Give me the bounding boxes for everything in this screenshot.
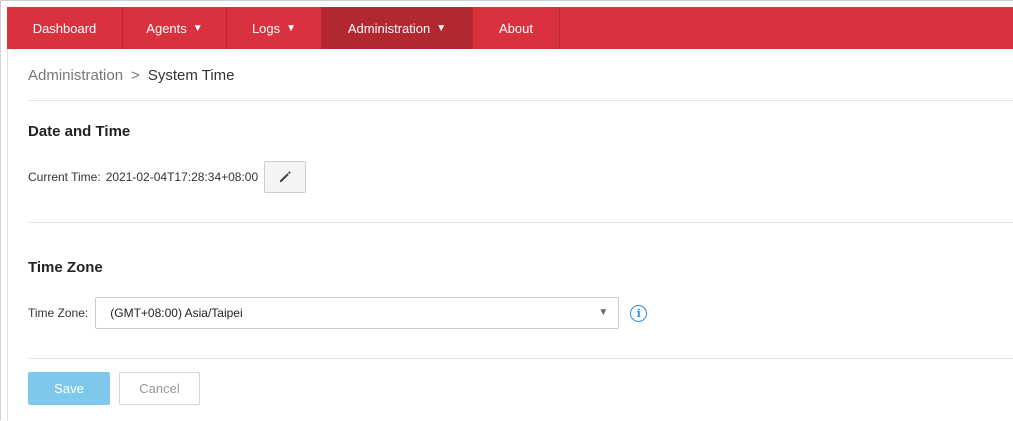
nav-administration-label: Administration: [347, 20, 431, 36]
cancel-button[interactable]: Cancel: [119, 372, 200, 405]
breadcrumb-separator: >: [131, 67, 140, 84]
time-zone-label: Time Zone:: [28, 306, 89, 320]
caret-down-icon: ▼: [286, 22, 297, 34]
info-icon[interactable]: i: [630, 304, 648, 322]
nav-agents[interactable]: Agents ▼: [123, 7, 227, 49]
breadcrumb-parent[interactable]: Administration: [28, 67, 123, 84]
divider: [28, 100, 1013, 101]
save-button[interactable]: Save: [28, 372, 110, 405]
nav-about[interactable]: About: [473, 7, 560, 49]
caret-down-icon: ▼: [192, 22, 203, 34]
date-time-section-title: Date and Time: [28, 123, 131, 140]
nav-dashboard[interactable]: Dashboard: [7, 7, 123, 49]
app-window: Dashboard Agents ▼ Logs ▼ Administration…: [0, 0, 1013, 421]
pencil-icon: [280, 171, 291, 182]
nav-logs[interactable]: Logs ▼: [227, 7, 322, 49]
time-zone-selected-value: (GMT+08:00) Asia/Taipei: [110, 306, 243, 320]
breadcrumb-current: System Time: [147, 67, 235, 84]
form-actions: Save Cancel: [28, 372, 200, 405]
main-content: Administration > System Time Date and Time…: [7, 49, 1013, 421]
divider: [28, 222, 1013, 223]
divider: [28, 358, 1013, 359]
dropdown-arrow-icon: ▼: [598, 307, 609, 318]
time-zone-select[interactable]: (GMT+08:00) Asia/Taipei ▼: [95, 297, 620, 329]
current-time-label: Current Time:: [28, 170, 101, 184]
nav-about-label: About: [499, 20, 533, 36]
caret-down-icon: ▼: [436, 22, 447, 34]
nav-agents-label: Agents: [146, 20, 187, 36]
nav-administration[interactable]: Administration ▼: [322, 7, 473, 49]
top-navbar: Dashboard Agents ▼ Logs ▼ Administration…: [7, 7, 1013, 49]
breadcrumb: Administration > System Time: [28, 67, 235, 84]
current-time-row: Current Time: 2021-02-04T17:28:34+08:00: [28, 161, 307, 193]
current-time-value: 2021-02-04T17:28:34+08:00: [105, 170, 259, 184]
edit-time-button[interactable]: [264, 161, 307, 193]
nav-logs-label: Logs: [251, 20, 281, 36]
time-zone-section-title: Time Zone: [28, 259, 103, 276]
time-zone-row: Time Zone: (GMT+08:00) Asia/Taipei ▼ i: [28, 297, 648, 329]
nav-dashboard-label: Dashboard: [32, 20, 97, 36]
